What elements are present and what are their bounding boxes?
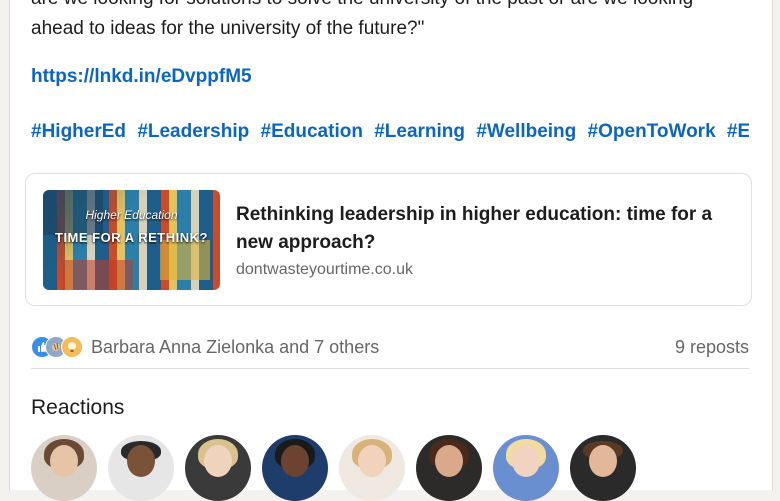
hashtag-list: #HigherEd #Leadership #Education #Learni… xyxy=(31,121,749,143)
article-preview-card[interactable]: Higher Education TIME FOR A RETHINK? Ret… xyxy=(25,173,752,306)
thumbnail-headline: TIME FOR A RETHINK? xyxy=(55,230,208,245)
reactor-avatar-4[interactable] xyxy=(262,435,328,501)
thumbnail-paint-block xyxy=(160,240,210,280)
hashtag-link[interactable]: #OpenToWork xyxy=(588,121,716,142)
idea-icon xyxy=(61,336,83,358)
reactions-heading: Reactions xyxy=(31,396,125,419)
reactor-avatar-8[interactable] xyxy=(570,435,636,501)
avatar-face xyxy=(512,445,540,477)
hashtag-link[interactable]: #HigherEd xyxy=(31,121,126,142)
post-shortlink[interactable]: https://lnkd.in/eDvppfM5 xyxy=(31,66,252,88)
reactor-avatar-6[interactable] xyxy=(416,435,482,501)
avatar-face xyxy=(281,445,309,477)
hashtag-link[interactable]: #Leadership xyxy=(137,121,249,142)
article-domain: dontwasteyourtime.co.uk xyxy=(236,261,413,278)
thumbnail-paint-block xyxy=(63,260,133,290)
hashtag-link[interactable]: #Wellbeing xyxy=(476,121,576,142)
avatar-face xyxy=(127,445,155,477)
reactions-avatar-row xyxy=(31,435,751,501)
reactor-avatar-7[interactable] xyxy=(493,435,559,501)
reactor-avatar-2[interactable] xyxy=(108,435,174,501)
reactors-summary[interactable]: Barbara Anna Zielonka and 7 others xyxy=(91,337,379,358)
reactor-avatar-1[interactable] xyxy=(31,435,97,501)
thumbnail-caption: Higher Education xyxy=(85,208,178,222)
section-divider xyxy=(31,368,749,369)
article-thumbnail[interactable]: Higher Education TIME FOR A RETHINK? xyxy=(43,190,220,290)
post-body: are we looking for solutions to solve th… xyxy=(31,0,751,44)
avatar-face xyxy=(204,445,232,477)
hashtag-link[interactable]: #Learning xyxy=(374,121,465,142)
article-title[interactable]: Rethinking leadership in higher educatio… xyxy=(236,201,736,257)
avatar-face xyxy=(435,445,463,477)
hashtag-link[interactable]: #Ed xyxy=(727,121,749,142)
reactor-avatar-3[interactable] xyxy=(185,435,251,501)
avatar-face xyxy=(589,445,617,477)
post-text-line: ahead to ideas for the university of the… xyxy=(31,18,425,39)
reactor-avatar-5[interactable] xyxy=(339,435,405,501)
avatar-face xyxy=(358,445,386,477)
repost-count[interactable]: 9 reposts xyxy=(675,337,749,358)
hashtag-link[interactable]: #Education xyxy=(261,121,363,142)
social-counts-bar: Barbara Anna Zielonka and 7 others 9 rep… xyxy=(31,334,749,360)
reaction-icon-stack[interactable] xyxy=(31,336,87,358)
post-text-line: are we looking for solutions to solve th… xyxy=(31,0,751,14)
avatar-face xyxy=(50,445,78,477)
